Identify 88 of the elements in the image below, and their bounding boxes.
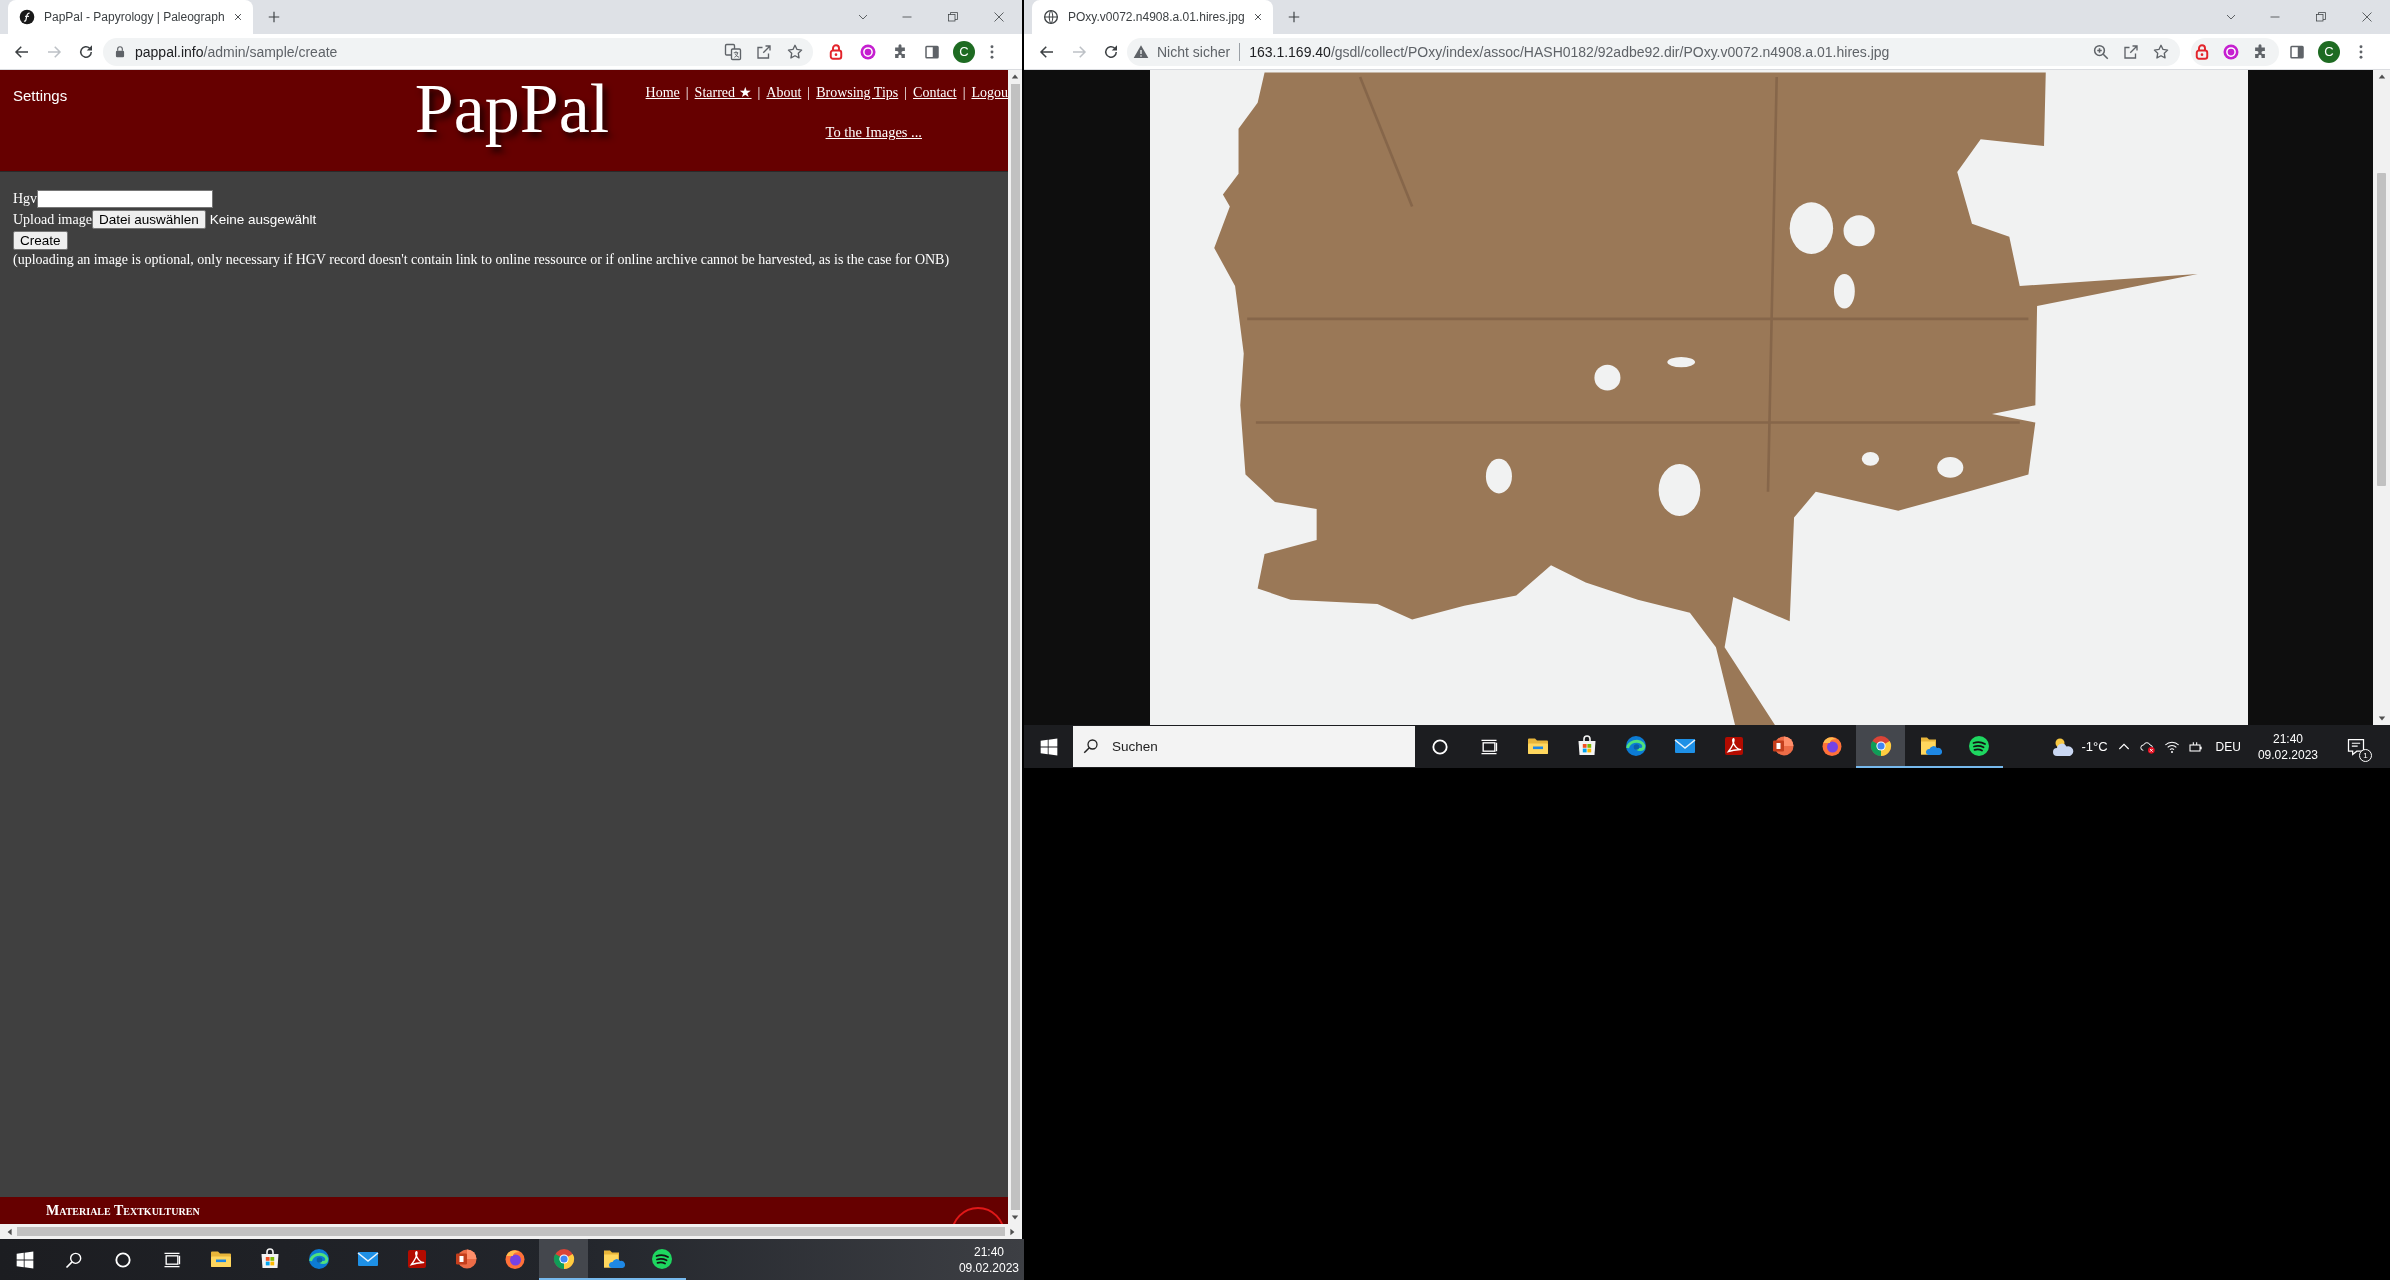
ring-logo-icon [950, 1206, 1006, 1224]
search-icon [1082, 737, 1100, 755]
hgv-label: Hgv [13, 190, 38, 207]
share-icon[interactable] [755, 42, 773, 61]
close-tab-icon[interactable] [1252, 12, 1263, 22]
scroll-down-icon[interactable] [1011, 1213, 1019, 1221]
globe-icon [1043, 9, 1059, 25]
choose-file-button[interactable]: Datei auswählen [91, 210, 206, 229]
scroll-down-icon[interactable] [2377, 714, 2386, 722]
scrollbar-thumb[interactable] [17, 1227, 1005, 1236]
start-icon[interactable] [1038, 736, 1059, 757]
new-tab-icon[interactable] [1286, 10, 1301, 24]
url-text: pappal.info/admin/sample/create [135, 43, 338, 60]
padlock-icon[interactable] [2193, 42, 2211, 61]
scrollbar-thumb[interactable] [1010, 84, 1020, 1210]
notification-count: 1 [2359, 748, 2372, 762]
restore-icon[interactable] [2315, 11, 2327, 23]
scroll-up-icon[interactable] [2377, 73, 2386, 81]
warning-icon [1133, 43, 1149, 60]
favicon-icon [19, 9, 35, 25]
nav-separator: | [904, 84, 908, 102]
sound-waves-icon [649, 1246, 674, 1271]
star-icon[interactable] [786, 42, 804, 61]
close-icon[interactable] [993, 11, 1005, 23]
nav-link[interactable]: Starred ★ [694, 84, 752, 102]
footer-title: Materiale Textkulturen [46, 1202, 200, 1219]
close-tab-icon[interactable] [232, 12, 243, 22]
hgv-input[interactable] [37, 189, 214, 208]
images-link[interactable]: To the Images ... [825, 124, 922, 141]
start-icon[interactable] [14, 1249, 35, 1270]
horizontal-scrollbar[interactable] [0, 1224, 1022, 1239]
clock-date: 09.02.2023 [958, 1259, 1019, 1276]
sound-waves-icon [1966, 733, 1991, 758]
temperature-text[interactable]: -1°C [2081, 739, 2108, 754]
translate-icon[interactable] [724, 42, 742, 61]
lock-icon[interactable] [113, 44, 127, 59]
scrollbar-thumb[interactable] [2377, 173, 2386, 486]
restore-icon[interactable] [947, 11, 959, 23]
clock-date: 09.02.2023 [2257, 746, 2318, 763]
nav-separator: | [685, 84, 689, 102]
scroll-left-icon[interactable] [6, 1227, 14, 1236]
file-status-text: Keine ausgewählt [209, 212, 317, 227]
security-label[interactable]: Nicht sicher [1157, 43, 1231, 60]
browser-tab[interactable]: POxy.v0072.n4908.a.01.hires.jpg [1032, 0, 1273, 34]
create-button[interactable]: Create [13, 231, 68, 250]
settings-link[interactable]: Settings [13, 87, 68, 104]
zoom-icon[interactable] [2092, 42, 2110, 61]
nav-separator: | [757, 84, 761, 102]
browser-icon [1868, 733, 1893, 758]
nav-link[interactable]: Browsing Tips [816, 84, 899, 102]
circle-logo-icon[interactable] [859, 42, 877, 61]
clock-time: 21:40 [973, 1243, 1004, 1260]
search-field[interactable]: Suchen [1073, 726, 1415, 767]
browser-icon [551, 1246, 576, 1271]
close-icon[interactable] [2361, 11, 2373, 23]
notification-icon[interactable] [2346, 736, 2366, 757]
language-indicator[interactable]: DEU [2215, 739, 2241, 754]
share-icon[interactable] [2122, 42, 2140, 61]
nav-link[interactable]: Contact [913, 84, 957, 102]
upload-label: Upload image [13, 211, 92, 228]
browser-tab[interactable]: PapPal - Papyrology | Paleograph [8, 0, 253, 34]
swirl-icon [1623, 733, 1648, 758]
url-text: 163.1.169.40/gsdl/collect/POxy/index/assoc/HASH0182/92adbe92.dir/POxy.v0072.n4908.a.01.hires.jpg [1249, 43, 1890, 60]
nav-link[interactable]: Home [645, 84, 680, 102]
new-tab-icon[interactable] [266, 10, 281, 24]
nav-link[interactable]: Logou [971, 84, 1008, 102]
scroll-up-icon[interactable] [1011, 73, 1019, 81]
nav-separator: | [807, 84, 811, 102]
nav-link[interactable]: About [766, 84, 802, 102]
ring-icon[interactable] [112, 1249, 133, 1270]
swirl-icon [306, 1246, 331, 1271]
address-bar[interactable]: pappal.info/admin/sample/create [103, 37, 813, 66]
vertical-scrollbar[interactable] [2373, 70, 2390, 725]
star-icon[interactable] [2152, 42, 2170, 61]
profile-avatar[interactable]: C [953, 40, 975, 63]
ring-icon[interactable] [1429, 736, 1450, 757]
padlock-icon[interactable] [827, 42, 845, 61]
vertical-scrollbar[interactable] [1008, 70, 1022, 1224]
address-bar[interactable]: Nicht sicher 163.1.169.40/gsdl/collect/POxy/index/assoc/HASH0182/92adbe92.dir/POxy.v0072.n4908.a.01.hires.jpg [1127, 37, 2180, 66]
taskbar-button[interactable] [539, 1239, 588, 1280]
clock-time: 21:40 [2272, 730, 2303, 747]
nav-separator: | [962, 84, 966, 102]
profile-avatar[interactable]: C [2318, 40, 2340, 63]
taskbar-button[interactable] [1856, 725, 1905, 768]
scroll-right-icon[interactable] [1008, 1227, 1016, 1236]
circle-logo-icon[interactable] [2222, 42, 2240, 61]
help-text: (uploading an image is optional, only necessary if HGV record doesn't contain link to online ressource or if online archive cannot be harvested, as is the case for ONB) [13, 252, 951, 268]
site-logo: PapPal [413, 70, 610, 149]
